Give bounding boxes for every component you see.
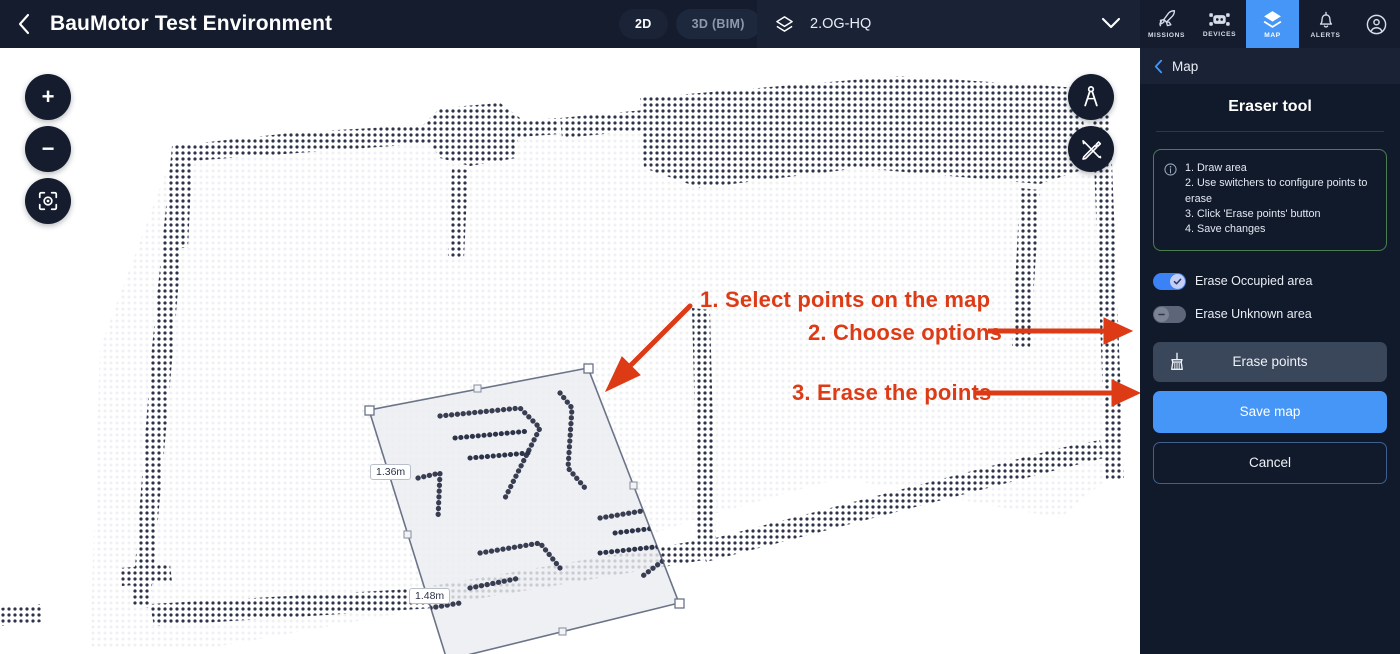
save-map-label: Save map: [1239, 404, 1301, 420]
nav-item-map[interactable]: MAP: [1246, 0, 1299, 48]
info-steps: 1. Draw area 2. Use switchers to configu…: [1185, 162, 1368, 236]
annotation-step-2: 2. Choose options: [808, 320, 1003, 345]
erase-points-button[interactable]: Erase points: [1153, 341, 1387, 382]
zoom-in-button[interactable]: +: [25, 74, 71, 120]
dimension-label: 1.48m: [409, 588, 451, 604]
avatar[interactable]: [1352, 0, 1400, 48]
info-circle-icon: [1164, 163, 1177, 176]
toggle-erase-occupied-area[interactable]: Erase Occupied area: [1153, 272, 1400, 290]
polygon-midpoint-handle: [403, 530, 412, 539]
polygon-midpoint-handle: [558, 627, 567, 636]
chevron-left-icon: [1154, 59, 1163, 73]
compass-divider-icon: [1084, 86, 1098, 107]
minus-icon: −: [41, 136, 55, 161]
page-title: BauMotor Test Environment: [50, 12, 333, 35]
sidebar-divider: [1156, 131, 1384, 132]
switch-track[interactable]: [1153, 272, 1186, 290]
switch-track[interactable]: [1153, 305, 1186, 323]
minus-icon: [1158, 313, 1165, 315]
draw-tool-button[interactable]: [1068, 126, 1114, 172]
cancel-label: Cancel: [1248, 455, 1292, 471]
toggle-label: Erase Occupied area: [1195, 274, 1313, 289]
annotation-step-3: 3. Erase the points: [792, 380, 992, 405]
main-nav: MISSIONS DEVICES MAP ALERTS: [1140, 0, 1352, 48]
annotation-step-1: 1. Select points on the map: [700, 287, 991, 312]
robot-icon: [1209, 13, 1230, 26]
nav-item-alerts[interactable]: ALERTS: [1299, 0, 1352, 48]
cancel-button[interactable]: Cancel: [1153, 441, 1387, 484]
polygon-vertex-handle: [364, 405, 375, 416]
rocket-icon: [1159, 10, 1176, 27]
erase-points-label: Erase points: [1232, 354, 1308, 370]
ruler-pencil-icon: [1081, 139, 1101, 160]
polygon-midpoint-handle: [473, 384, 482, 393]
save-map-button[interactable]: Save map: [1153, 390, 1387, 433]
nav-label: MISSIONS: [1147, 32, 1186, 39]
view-mode-3d-bim[interactable]: 3D (BIM): [675, 9, 761, 39]
sidebar-back-link[interactable]: Map: [1140, 48, 1400, 84]
back-button[interactable]: [0, 0, 48, 48]
recenter-button[interactable]: [25, 178, 71, 224]
occupancy-grid-canvas: [0, 76, 1140, 654]
measure-tool-button[interactable]: [1068, 74, 1114, 120]
zoom-out-button[interactable]: −: [25, 126, 71, 172]
top-bar: BauMotor Test Environment 2D 3D (BIM) 2.…: [0, 0, 1400, 48]
view-mode-toggle: 2D 3D (BIM): [619, 9, 761, 39]
nav-item-missions[interactable]: MISSIONS: [1140, 0, 1193, 48]
layer-value: 2.OG-HQ: [810, 16, 872, 32]
bell-icon: [1319, 11, 1332, 28]
layers-icon: [1263, 11, 1282, 28]
nav-item-devices[interactable]: DEVICES: [1193, 0, 1246, 48]
view-mode-2d[interactable]: 2D: [619, 9, 668, 39]
sidebar-title: Eraser tool: [1228, 98, 1312, 115]
switch-knob: [1154, 306, 1169, 322]
polygon-midpoint-handle: [629, 481, 638, 490]
app-root: BauMotor Test Environment 2D 3D (BIM) 2.…: [0, 0, 1400, 654]
toggle-label: Erase Unknown area: [1195, 307, 1312, 322]
map-view[interactable]: 1.36m 1.48m 1. Select points on the map …: [0, 48, 1140, 654]
nav-label: MAP: [1264, 32, 1281, 39]
chevron-left-icon: [18, 13, 30, 35]
layer-selector[interactable]: 2.OG-HQ: [757, 0, 1140, 48]
chevron-down-icon[interactable]: [1100, 15, 1122, 36]
polygon-vertex-handle: [674, 598, 685, 609]
sidebar-panel: Map Eraser tool 1. Draw area 2. Use swit…: [1140, 48, 1400, 654]
switch-knob: [1170, 273, 1185, 289]
user-circle-icon: [1366, 14, 1386, 34]
dimension-label: 1.36m: [370, 464, 412, 480]
toggle-erase-unknown-area[interactable]: Erase Unknown area: [1153, 305, 1400, 323]
crosshair-target-icon: [38, 191, 58, 211]
check-icon: [1173, 278, 1182, 285]
info-box: 1. Draw area 2. Use switchers to configu…: [1153, 149, 1387, 251]
layers-icon: [775, 15, 794, 34]
sidebar-back-label: Map: [1172, 58, 1199, 74]
nav-label: ALERTS: [1310, 32, 1341, 39]
nav-label: DEVICES: [1202, 31, 1237, 38]
polygon-vertex-handle: [583, 363, 594, 374]
plus-icon: +: [41, 84, 55, 109]
broom-icon: [1167, 351, 1187, 375]
